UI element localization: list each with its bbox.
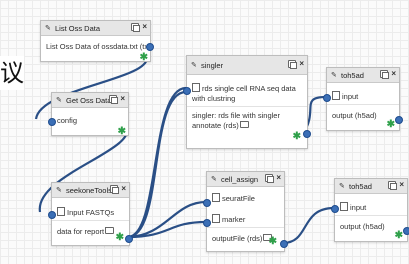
output-label: singler: rds file with singler annotate … [192,111,280,130]
node-get-oss-data[interactable]: ✎ Get Oss Data × config ✱ [48,92,129,137]
node-header[interactable]: ✎ seekoneTools × [52,183,129,198]
output-port[interactable] [146,43,154,51]
copy-icon[interactable] [109,95,119,104]
close-icon[interactable]: × [299,60,304,68]
output-port[interactable] [303,130,311,138]
close-icon[interactable]: × [391,70,396,78]
node-toh5ad-top[interactable]: ✎ toh5ad × input output (h5ad) ✱ [323,67,403,131]
input-label: config [57,116,78,125]
node-title: toh5ad [349,181,372,191]
link-seekone-cellassign [127,200,207,239]
node-toh5ad-bottom[interactable]: ✎ toh5ad × input output (h5ad) ✱ [331,178,409,242]
output-row: singler: rds file with singler annotate … [187,106,307,133]
green-asterisk-icon: ✱ [115,232,124,243]
node-header[interactable]: ✎ List Oss Data × [41,21,150,36]
input-label: rds single cell RNA seq data with clustr… [192,84,296,103]
node-cell-assign[interactable]: ✎ cell_assign × seuratFile marker output… [203,171,288,252]
copy-icon[interactable] [131,23,141,32]
copy-icon[interactable] [110,185,120,194]
node-seekonetools[interactable]: ✎ seekoneTools × Input FASTQs data for r… [48,182,133,246]
folder-icon [239,121,249,128]
input-label: input [350,203,367,212]
output-label: output (h5ad) [332,111,377,120]
output-port[interactable] [280,240,288,248]
file-icon [192,83,200,92]
output-label: output (h5ad) [340,222,385,231]
green-asterisk-icon: ✱ [117,126,126,137]
input-row-seurat: seuratFile [207,187,284,206]
output-port[interactable] [403,227,409,235]
output-label: List Oss Data of ossdata.txt (txt) [46,42,153,51]
node-header[interactable]: ✎ toh5ad × [335,179,407,194]
node-header[interactable]: ✎ toh5ad × [327,68,399,83]
wrench-icon: ✎ [331,71,337,79]
copy-icon[interactable] [380,70,390,79]
node-singler[interactable]: ✎ singler × rds single cell RNA seq data… [183,55,311,149]
link-seekone-singler-b [127,90,187,239]
input-port-marker[interactable] [203,219,211,227]
close-icon[interactable]: × [120,95,125,103]
wrench-icon: ✎ [339,182,345,190]
close-icon[interactable]: × [276,174,281,182]
output-label: outputFile (rds) [212,234,263,243]
close-icon[interactable]: × [142,23,147,31]
close-icon[interactable]: × [121,185,126,193]
copy-icon[interactable] [288,60,298,69]
input-row: Input FASTQs [52,198,129,220]
node-title: toh5ad [341,70,364,80]
input-port[interactable] [331,205,339,213]
wrench-icon: ✎ [191,61,197,69]
wrench-icon: ✎ [45,24,51,32]
node-header[interactable]: ✎ Get Oss Data × [52,93,128,108]
input-label: seuratFile [222,194,255,203]
node-title: List Oss Data [55,23,101,33]
input-port[interactable] [323,94,331,102]
file-icon [212,214,220,223]
node-title: cell_assign [221,174,259,184]
file-icon [332,91,340,100]
file-icon [57,207,65,216]
file-icon [212,193,220,202]
input-row: input [335,194,407,215]
node-title: singler [201,60,224,70]
file-icon [340,202,348,211]
green-asterisk-icon: ✱ [394,230,403,241]
node-title: Get Oss Data [66,95,112,105]
node-list-oss-data[interactable]: ✎ List Oss Data × List Oss Data of ossda… [40,20,154,63]
green-asterisk-icon: ✱ [268,236,277,247]
green-asterisk-icon: ✱ [292,131,301,142]
input-row: rds single cell RNA seq data with clustr… [187,75,307,106]
wrench-icon: ✎ [56,186,62,194]
output-port[interactable] [125,235,133,243]
node-header[interactable]: ✎ cell_assign × [207,172,284,187]
input-row-marker: marker [207,206,284,227]
output-row: List Oss Data of ossdata.txt (txt) [41,36,153,54]
input-port[interactable] [183,87,191,95]
input-label: input [342,92,359,101]
node-title: seekoneTools [66,185,112,195]
input-row: input [327,83,399,104]
green-asterisk-icon: ✱ [386,119,395,130]
wrench-icon: ✎ [211,175,217,183]
output-port[interactable] [395,116,403,124]
input-label: Input FASTQs [67,208,115,217]
copy-icon[interactable] [388,181,398,190]
green-asterisk-icon: ✱ [139,52,148,63]
output-label: data for report [57,227,105,236]
input-row: config [52,108,128,128]
input-port[interactable] [48,118,56,126]
node-header[interactable]: ✎ singler × [187,56,307,75]
close-icon[interactable]: × [399,181,404,189]
folder-icon [105,227,115,234]
input-label: marker [222,215,246,224]
input-port-seurat[interactable] [203,199,211,207]
input-port[interactable] [48,211,56,219]
wrench-icon: ✎ [56,96,62,104]
copy-icon[interactable] [265,174,275,183]
link-cellassign-toh5ad-bottom [282,206,335,245]
